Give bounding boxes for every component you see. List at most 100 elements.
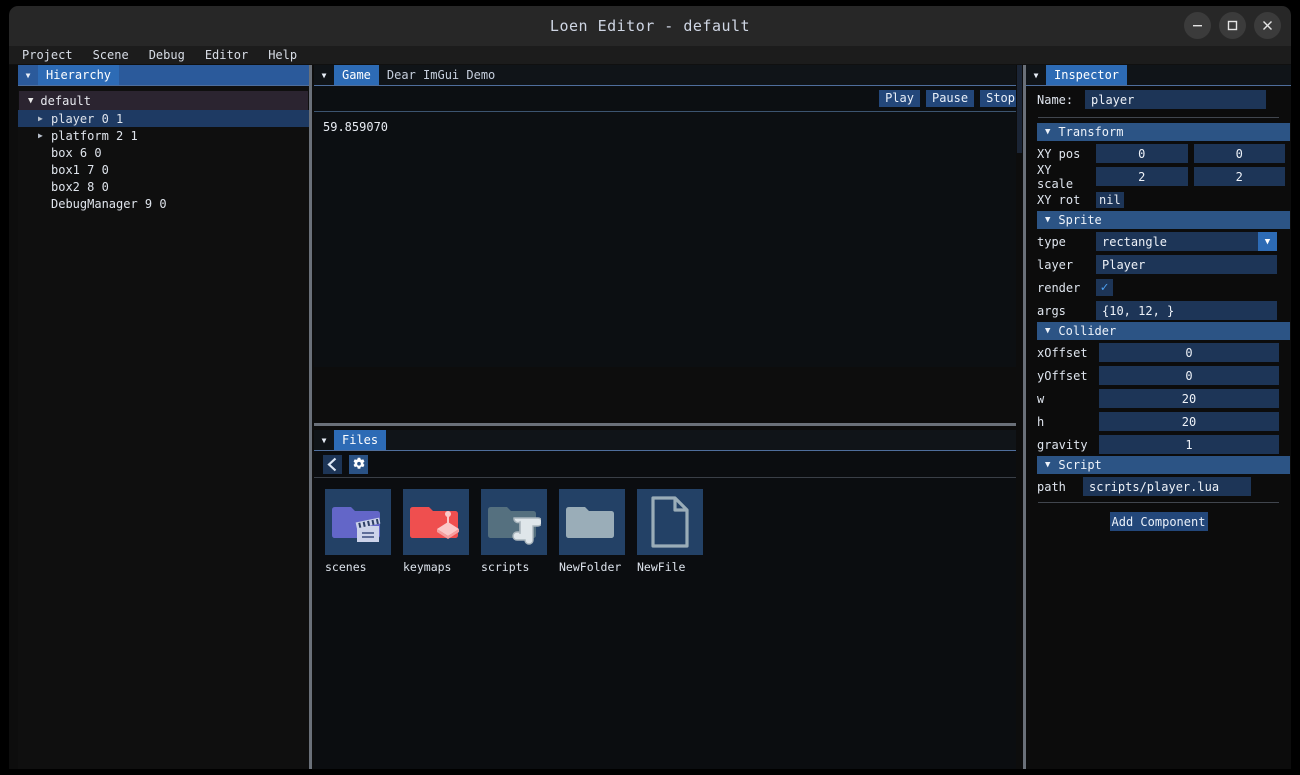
name-field[interactable]: player: [1085, 90, 1266, 109]
window-controls: [1184, 12, 1281, 39]
tree-item-label: box 6 0: [51, 145, 102, 160]
xy-scale-x-field[interactable]: 2: [1096, 167, 1188, 186]
file-item-scripts[interactable]: scripts: [481, 489, 547, 574]
file-item-label: scripts: [481, 560, 530, 574]
xy-rot-label: XY rot: [1037, 192, 1081, 207]
splitter-left[interactable]: [309, 65, 312, 769]
row-xy-scale: XY scale 2 2: [1032, 163, 1285, 191]
tab-inspector[interactable]: Inspector: [1046, 65, 1128, 85]
tree-root-default[interactable]: ▼ default: [19, 91, 308, 110]
files-scrollbar[interactable]: [1016, 65, 1023, 769]
tree-item-box1[interactable]: box1 7 0: [18, 161, 309, 178]
menu-item-project[interactable]: Project: [22, 49, 73, 61]
args-field[interactable]: {10, 12, }: [1096, 301, 1277, 320]
tree-item-box[interactable]: box 6 0: [18, 144, 309, 161]
file-item-keymaps[interactable]: keymaps: [403, 489, 469, 574]
dock-collapse-icon[interactable]: ▼: [314, 430, 334, 450]
path-field[interactable]: scripts/player.lua: [1083, 477, 1251, 496]
files-grid: scenes keymaps scripts NewFolder NewFile: [314, 478, 1023, 574]
minimize-button[interactable]: [1184, 12, 1211, 39]
inspector-tab-bar: ▼ Inspector: [1026, 65, 1291, 86]
folder-scenes-icon[interactable]: [325, 489, 391, 555]
tree-item-box2[interactable]: box2 8 0: [18, 178, 309, 195]
chevron-down-icon[interactable]: ▼: [1045, 215, 1050, 225]
tab-files[interactable]: Files: [334, 430, 387, 450]
section-header-collider[interactable]: ▼ Collider: [1037, 322, 1290, 340]
layer-field[interactable]: Player: [1096, 255, 1277, 274]
xy-pos-x-field[interactable]: 0: [1096, 144, 1188, 163]
minimize-icon: [1193, 25, 1202, 27]
tab-hierarchy[interactable]: Hierarchy: [38, 65, 120, 85]
divider: [1038, 117, 1279, 118]
chevron-right-icon[interactable]: ▶: [38, 131, 43, 140]
hierarchy-tree: ▼ default ▶ player 0 1 ▶ platform 2 1 bo…: [18, 86, 309, 212]
add-component-button[interactable]: Add Component: [1109, 512, 1208, 531]
play-button[interactable]: Play: [879, 90, 920, 107]
chevron-down-icon[interactable]: ▼: [1045, 326, 1050, 336]
xy-rot-value: nil: [1096, 191, 1124, 208]
close-button[interactable]: [1254, 12, 1281, 39]
tree-item-label: box2 8 0: [51, 179, 109, 194]
xoffset-field[interactable]: 0: [1099, 343, 1279, 362]
stop-button[interactable]: Stop: [980, 90, 1021, 107]
back-button[interactable]: [323, 454, 342, 474]
tab-dear-imgui-demo[interactable]: Dear ImGui Demo: [379, 65, 503, 85]
settings-button[interactable]: [349, 454, 368, 474]
file-item-label: NewFile: [637, 560, 686, 574]
maximize-button[interactable]: [1219, 12, 1246, 39]
folder-icon[interactable]: [559, 489, 625, 555]
row-collider-gravity: gravity 1: [1032, 433, 1285, 456]
chevron-down-icon[interactable]: ▼: [1045, 127, 1050, 137]
file-icon[interactable]: [637, 489, 703, 555]
chevron-down-icon[interactable]: ▼: [28, 96, 33, 106]
chevron-down-icon[interactable]: ▼: [1258, 232, 1277, 251]
render-checkbox[interactable]: ✓: [1096, 279, 1113, 296]
name-row: Name: player: [1032, 86, 1285, 113]
menu-item-help[interactable]: Help: [268, 49, 297, 61]
h-field[interactable]: 20: [1099, 412, 1279, 431]
chevron-right-icon[interactable]: ▶: [38, 114, 43, 123]
yoffset-field[interactable]: 0: [1099, 366, 1279, 385]
tree-item-debugmanager[interactable]: DebugManager 9 0: [18, 195, 309, 212]
files-toolbar: [314, 451, 1023, 478]
xy-pos-y-field[interactable]: 0: [1193, 144, 1285, 163]
row-sprite-render: render ✓: [1032, 276, 1285, 299]
xy-scale-y-field[interactable]: 2: [1193, 167, 1285, 186]
row-sprite-args: args {10, 12, }: [1032, 299, 1285, 322]
file-item-newfolder[interactable]: NewFolder: [559, 489, 625, 574]
file-item-label: scenes: [325, 560, 367, 574]
type-dropdown[interactable]: rectangle ▼: [1096, 232, 1277, 251]
folder-keymaps-icon[interactable]: [403, 489, 469, 555]
dock-collapse-icon[interactable]: ▼: [18, 65, 38, 85]
menu-item-debug[interactable]: Debug: [149, 49, 185, 61]
section-header-transform[interactable]: ▼ Transform: [1037, 123, 1290, 141]
row-collider-w: w 20: [1032, 387, 1285, 410]
dock-collapse-icon[interactable]: ▼: [1026, 65, 1046, 85]
w-field[interactable]: 20: [1099, 389, 1279, 408]
type-value[interactable]: rectangle: [1096, 232, 1277, 251]
chevron-down-icon[interactable]: ▼: [1045, 460, 1050, 470]
gravity-field[interactable]: 1: [1099, 435, 1279, 454]
menu-item-editor[interactable]: Editor: [205, 49, 248, 61]
tree-item-player[interactable]: ▶ player 0 1: [18, 110, 309, 127]
file-item-scenes[interactable]: scenes: [325, 489, 391, 574]
tree-item-label: platform 2 1: [51, 128, 138, 143]
section-header-sprite[interactable]: ▼ Sprite: [1037, 211, 1290, 229]
row-collider-xoffset: xOffset 0: [1032, 341, 1285, 364]
folder-scripts-icon[interactable]: [481, 489, 547, 555]
divider: [1038, 502, 1279, 503]
dock-collapse-icon[interactable]: ▼: [314, 65, 334, 85]
tab-game[interactable]: Game: [334, 65, 379, 85]
inspector-body: Name: player ▼ Transform XY pos 0 0 XY s…: [1026, 86, 1291, 531]
files-scrollbar-thumb[interactable]: [1017, 65, 1022, 153]
file-item-newfile[interactable]: NewFile: [637, 489, 703, 574]
game-viewport[interactable]: 59.859070: [314, 112, 1023, 134]
menu-item-scene[interactable]: Scene: [93, 49, 129, 61]
tree-root-label: default: [40, 93, 91, 108]
tree-item-platform[interactable]: ▶ platform 2 1: [18, 127, 309, 144]
hierarchy-tab-bar: ▼ Hierarchy: [18, 65, 309, 86]
section-header-script[interactable]: ▼ Script: [1037, 456, 1290, 474]
files-tab-bar: ▼ Files: [314, 430, 1023, 451]
splitter-game-files[interactable]: [314, 423, 1023, 426]
pause-button[interactable]: Pause: [925, 90, 975, 107]
